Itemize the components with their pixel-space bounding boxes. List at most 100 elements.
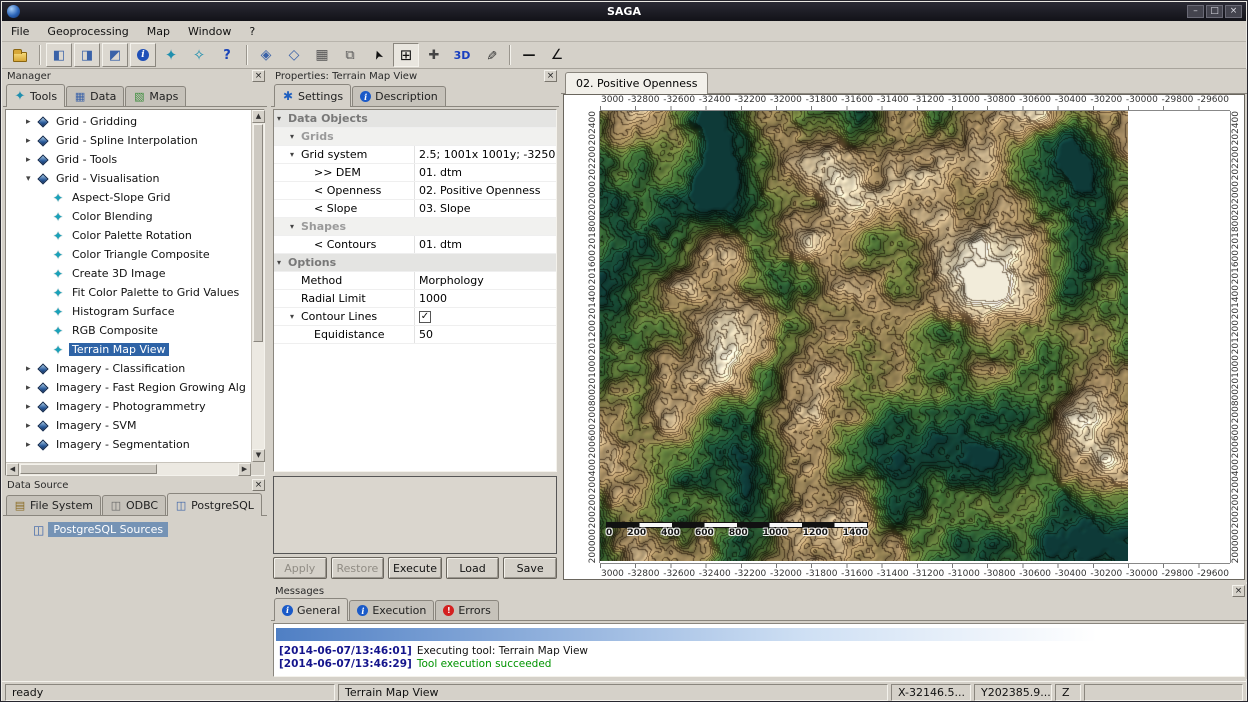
expander-icon[interactable]: [290, 218, 301, 235]
property-row[interactable]: Shapes: [274, 218, 556, 236]
property-row[interactable]: < Contours 01. dtm: [274, 236, 556, 254]
pan-tool-icon[interactable]: [421, 43, 447, 67]
close-icon[interactable]: [252, 479, 265, 491]
action-button[interactable]: Execute: [388, 557, 442, 579]
property-row[interactable]: Radial Limit 1000: [274, 290, 556, 308]
property-row[interactable]: Grids: [274, 128, 556, 146]
expander-icon[interactable]: [26, 155, 37, 165]
help-icon[interactable]: [214, 43, 240, 67]
tab[interactable]: Maps: [125, 86, 186, 106]
tab[interactable]: Data: [66, 86, 124, 106]
action-button[interactable]: Save: [503, 557, 557, 579]
property-value-cell[interactable]: [414, 308, 556, 325]
expander-icon[interactable]: [26, 174, 37, 184]
expander-icon[interactable]: [26, 421, 37, 431]
print-map-icon[interactable]: [309, 43, 335, 67]
horizontal-scrollbar[interactable]: ◀ ▶: [6, 462, 251, 475]
tab[interactable]: Settings: [274, 84, 351, 107]
property-value-cell[interactable]: [414, 218, 556, 235]
tree-item[interactable]: Color Blending: [6, 207, 251, 226]
menu-item[interactable]: Geoprocessing: [38, 21, 137, 42]
close-icon[interactable]: [252, 70, 265, 82]
log-row[interactable]: [276, 628, 1242, 641]
tab[interactable]: General: [274, 598, 348, 621]
map-canvas-area[interactable]: 0200400600800100012001400: [600, 111, 1230, 563]
scrollbar-thumb[interactable]: [20, 464, 157, 474]
open-folder-icon[interactable]: [7, 43, 33, 67]
property-row[interactable]: Data Objects: [274, 110, 556, 128]
expander-icon[interactable]: [290, 308, 301, 325]
property-value-cell[interactable]: 01. dtm: [414, 236, 556, 253]
expander-icon[interactable]: [26, 383, 37, 393]
tool-chains-icon[interactable]: [186, 43, 212, 67]
property-row[interactable]: Contour Lines: [274, 308, 556, 326]
tree-item[interactable]: Imagery - Fast Region Growing Alg: [6, 378, 251, 397]
tree-item[interactable]: Create 3D Image: [6, 264, 251, 283]
scrollbar-thumb[interactable]: [253, 124, 263, 342]
tab[interactable]: File System: [6, 495, 101, 515]
scroll-down-icon[interactable]: ▼: [252, 449, 265, 462]
property-value-cell[interactable]: [414, 128, 556, 145]
property-value-cell[interactable]: 03. Slope: [414, 200, 556, 217]
menu-item[interactable]: Window: [179, 21, 240, 42]
tree-item[interactable]: Color Palette Rotation: [6, 226, 251, 245]
map-tab[interactable]: 02. Positive Openness: [565, 72, 708, 94]
property-value-cell[interactable]: 1000: [414, 290, 556, 307]
scroll-left-icon[interactable]: ◀: [6, 463, 19, 476]
tree-item[interactable]: Grid - Tools: [6, 150, 251, 169]
tree-item[interactable]: Grid - Visualisation: [6, 169, 251, 188]
copy-map-icon[interactable]: [337, 43, 363, 67]
property-row[interactable]: Method Morphology: [274, 272, 556, 290]
expander-icon[interactable]: [277, 110, 288, 127]
expander-icon[interactable]: [26, 136, 37, 146]
close-icon[interactable]: [1232, 585, 1245, 597]
expander-icon[interactable]: [26, 402, 37, 412]
tab[interactable]: ODBC: [102, 495, 166, 515]
property-row[interactable]: Grid system 2.5; 1001x 1001y; -32500: [274, 146, 556, 164]
property-row[interactable]: < Slope 03. Slope: [274, 200, 556, 218]
tree-item[interactable]: Grid - Spline Interpolation: [6, 131, 251, 150]
tree-item[interactable]: Imagery - Segmentation: [6, 435, 251, 454]
pan-to-extent-icon[interactable]: [281, 43, 307, 67]
scroll-up-icon[interactable]: ▲: [252, 110, 265, 123]
tool-library-icon[interactable]: [158, 43, 184, 67]
property-value-cell[interactable]: 50: [414, 326, 556, 343]
expander-icon[interactable]: [277, 254, 288, 271]
tab[interactable]: Description: [352, 86, 446, 106]
expander-icon[interactable]: [26, 440, 37, 450]
expander-icon[interactable]: [290, 146, 301, 163]
tab[interactable]: Tools: [6, 84, 65, 107]
show-manager-icon[interactable]: [46, 43, 72, 67]
property-row[interactable]: >> DEM 01. dtm: [274, 164, 556, 182]
tree-item[interactable]: Color Triangle Composite: [6, 245, 251, 264]
tree-item[interactable]: Histogram Surface: [6, 302, 251, 321]
expander-icon[interactable]: [26, 117, 37, 127]
tree-item[interactable]: Imagery - Classification: [6, 359, 251, 378]
vertical-scrollbar[interactable]: ▲ ▼: [251, 110, 264, 462]
pointer-tool-icon[interactable]: [365, 43, 391, 67]
tab[interactable]: Errors: [435, 600, 499, 620]
menu-item[interactable]: File: [2, 21, 38, 42]
tree-item[interactable]: Aspect-Slope Grid: [6, 188, 251, 207]
show-properties-icon[interactable]: [74, 43, 100, 67]
property-value-cell[interactable]: Morphology: [414, 272, 556, 289]
tab[interactable]: Execution: [349, 600, 434, 620]
property-row[interactable]: Equidistance 50: [274, 326, 556, 344]
maximize-button[interactable]: □: [1206, 5, 1223, 18]
menu-item[interactable]: Map: [138, 21, 179, 42]
tree-item[interactable]: Fit Color Palette to Grid Values: [6, 283, 251, 302]
property-value-cell[interactable]: 2.5; 1001x 1001y; -32500: [414, 146, 556, 163]
show-messages-icon[interactable]: [130, 43, 156, 67]
property-value-cell[interactable]: 01. dtm: [414, 164, 556, 181]
tree-item[interactable]: Imagery - Photogrammetry: [6, 397, 251, 416]
expander-icon[interactable]: [290, 128, 301, 145]
show-data-source-icon[interactable]: [102, 43, 128, 67]
title-bar[interactable]: SAGA – □ ×: [2, 2, 1246, 21]
property-value-cell[interactable]: [414, 254, 556, 271]
property-value-cell[interactable]: 02. Positive Openness: [414, 182, 556, 199]
list-item[interactable]: PostgreSQL Sources: [33, 522, 267, 537]
log-row[interactable]: [2014-06-07/13:46:29] Tool execution suc…: [276, 658, 1242, 671]
minimize-button[interactable]: –: [1187, 5, 1204, 18]
action-button[interactable]: Restore: [331, 557, 385, 579]
tree-item[interactable]: Imagery - SVM: [6, 416, 251, 435]
